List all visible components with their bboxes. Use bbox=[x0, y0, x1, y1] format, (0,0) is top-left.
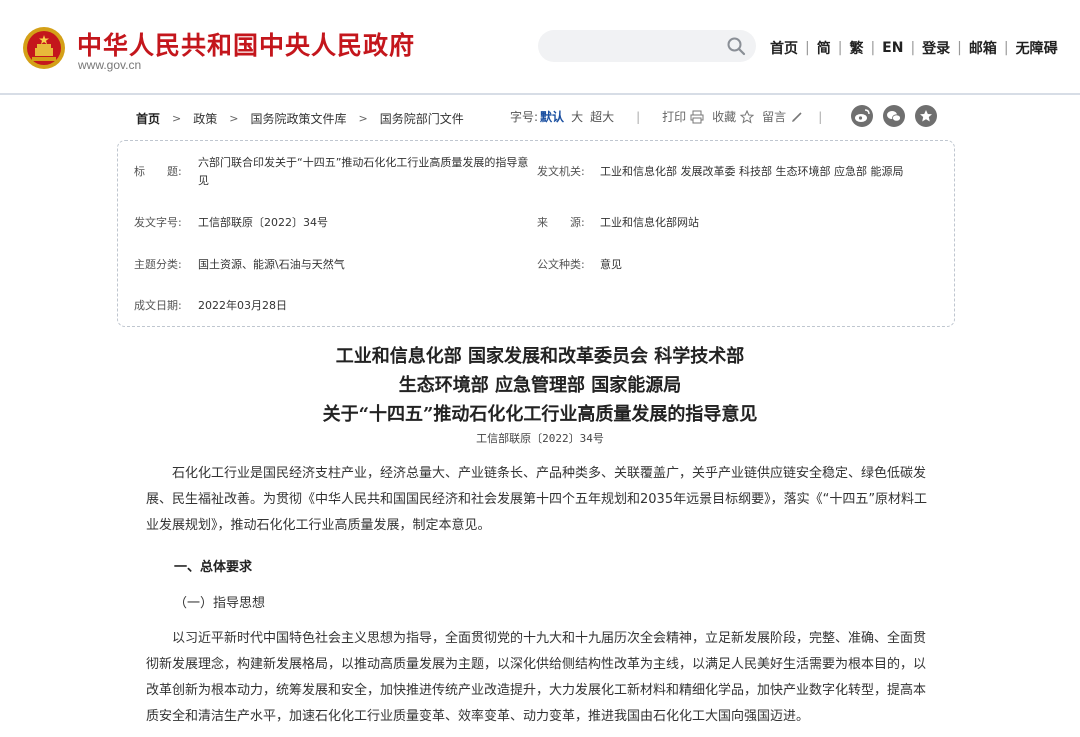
nav-accessibility-link[interactable]: 无障碍 bbox=[1016, 38, 1058, 58]
date-value: 2022年03月28日 bbox=[198, 299, 287, 312]
nav-simplified-link[interactable]: 简 bbox=[817, 38, 831, 58]
search-icon[interactable] bbox=[726, 36, 746, 56]
site-url[interactable]: www.gov.cn bbox=[78, 58, 141, 72]
search-input[interactable] bbox=[538, 30, 756, 62]
nav-mail-link[interactable]: 邮箱 bbox=[969, 38, 997, 58]
nav-login-link[interactable]: 登录 bbox=[922, 38, 950, 58]
nav-divider: | bbox=[837, 40, 843, 56]
font-size-xlarge[interactable]: 超大 bbox=[590, 108, 614, 125]
issuer-label: 发文机关: bbox=[537, 165, 585, 178]
breadcrumb: 首页 > 政策 > 国务院政策文件库 > 国务院部门文件 字号: 默认 大 超大… bbox=[136, 105, 947, 128]
national-emblem-icon[interactable] bbox=[22, 26, 66, 70]
tools-divider: | bbox=[818, 109, 823, 124]
font-size-large[interactable]: 大 bbox=[571, 108, 583, 125]
font-size-default[interactable]: 默认 bbox=[540, 108, 564, 125]
star-icon[interactable] bbox=[915, 105, 937, 127]
section-heading: 一、总体要求 bbox=[174, 560, 253, 575]
nav-home-link[interactable]: 首页 bbox=[770, 38, 798, 58]
doc-title-line-2: 生态环境部 应急管理部 国家能源局 bbox=[398, 375, 682, 396]
star-outline-icon[interactable] bbox=[740, 109, 755, 124]
breadcrumb-department-docs[interactable]: 国务院部门文件 bbox=[380, 110, 464, 127]
type-value: 意见 bbox=[600, 258, 622, 271]
pencil-icon[interactable] bbox=[790, 110, 804, 124]
comment-button[interactable]: 留言 bbox=[762, 108, 786, 125]
nav-divider: | bbox=[805, 40, 810, 56]
subsection-heading: （一）指导思想 bbox=[174, 596, 266, 611]
top-nav: 首页 | 简 | 繁 | EN | 登录 | 邮箱 | 无障碍 bbox=[770, 38, 1058, 58]
topic-label: 主题分类: bbox=[134, 258, 182, 271]
share-buttons bbox=[851, 105, 947, 127]
nav-traditional-link[interactable]: 繁 bbox=[849, 38, 863, 58]
header-divider bbox=[0, 93, 1080, 95]
document-info-box: 标 题: 六部门联合印发关于“十四五”推动石化化工行业高质量发展的指导意见 发文… bbox=[117, 140, 955, 327]
weibo-icon[interactable] bbox=[851, 105, 873, 127]
font-size-label: 字号: bbox=[510, 110, 539, 124]
title-value: 六部门联合印发关于“十四五”推动石化化工行业高质量发展的指导意见 bbox=[198, 156, 529, 187]
breadcrumb-policy[interactable]: 政策 bbox=[193, 110, 217, 127]
source-value: 工业和信息化部网站 bbox=[600, 216, 699, 229]
site-header: 中华人民共和国中央人民政府 www.gov.cn 首页 | 简 | 繁 | EN… bbox=[0, 0, 1080, 95]
title-label: 标 题: bbox=[134, 165, 182, 178]
nav-divider: | bbox=[870, 40, 876, 56]
site-title[interactable]: 中华人民共和国中央人民政府 bbox=[77, 26, 415, 62]
doc-number: 工信部联原〔2022〕34号 bbox=[476, 432, 604, 445]
tools-divider: | bbox=[636, 109, 641, 124]
doc-title-line-1: 工业和信息化部 国家发展和改革委员会 科学技术部 bbox=[335, 346, 745, 367]
chevron-right-icon: > bbox=[172, 111, 182, 125]
issuer-value: 工业和信息化部 发展改革委 科技部 生态环境部 应急部 能源局 bbox=[600, 165, 904, 178]
wechat-icon[interactable] bbox=[883, 105, 905, 127]
docno-label: 发文字号: bbox=[134, 216, 182, 229]
breadcrumb-policy-library[interactable]: 国务院政策文件库 bbox=[250, 110, 346, 127]
printer-icon[interactable] bbox=[690, 110, 704, 124]
docno-value: 工信部联原〔2022〕34号 bbox=[198, 216, 328, 229]
chevron-right-icon: > bbox=[229, 111, 239, 125]
article-tools: 字号: 默认 大 超大 | 打印 收藏 留言 | bbox=[510, 108, 836, 125]
nav-divider: | bbox=[957, 40, 962, 56]
nav-divider: | bbox=[910, 40, 916, 56]
favorite-button[interactable]: 收藏 bbox=[712, 108, 736, 125]
paragraph-guiding-ideology: 以习近平新时代中国特色社会主义思想为指导，全面贯彻党的十九大和十九届历次全会精神… bbox=[146, 631, 927, 724]
print-button[interactable]: 打印 bbox=[662, 108, 686, 125]
source-label: 来 源: bbox=[537, 216, 585, 229]
chevron-right-icon: > bbox=[358, 111, 368, 125]
paragraph-intro: 石化化工行业是国民经济支柱产业，经济总量大、产业链条长、产品种类多、关联覆盖广，… bbox=[146, 466, 928, 533]
type-label: 公文种类: bbox=[537, 258, 585, 271]
breadcrumb-home[interactable]: 首页 bbox=[136, 110, 160, 127]
nav-english-link[interactable]: EN bbox=[882, 40, 903, 56]
doc-title-line-3: 关于“十四五”推动石化化工行业高质量发展的指导意见 bbox=[322, 404, 758, 425]
topic-value: 国土资源、能源\石油与天然气 bbox=[198, 258, 345, 271]
nav-divider: | bbox=[1003, 40, 1009, 56]
date-label: 成文日期: bbox=[134, 299, 182, 312]
